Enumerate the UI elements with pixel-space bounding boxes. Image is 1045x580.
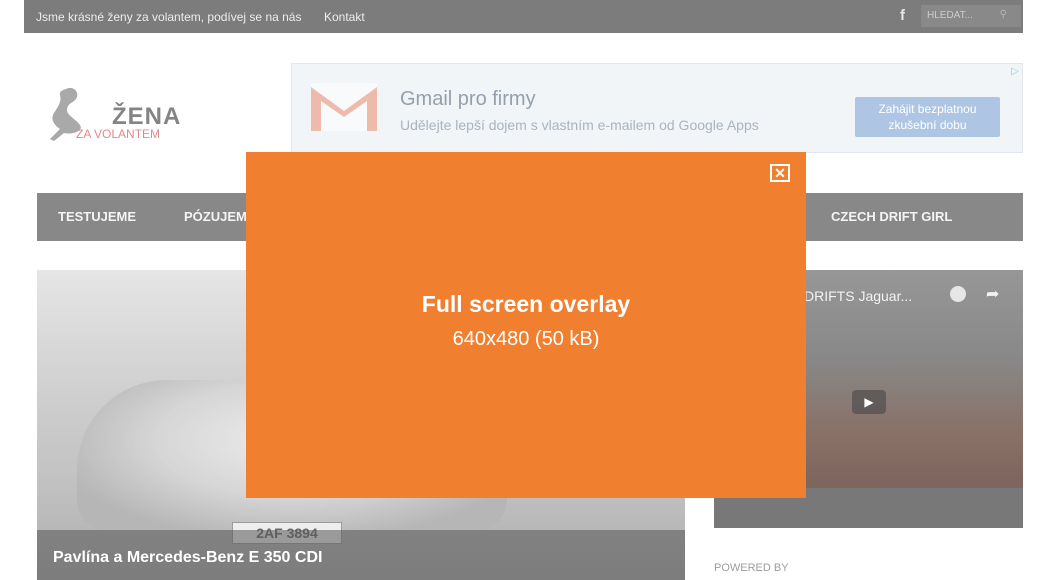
fullscreen-overlay-ad[interactable]: ✕ Full screen overlay 640x480 (50 kB) bbox=[246, 152, 806, 498]
overlay-heading: Full screen overlay bbox=[421, 291, 631, 317]
overlay-subheading: 640x480 (50 kB) bbox=[452, 328, 600, 350]
close-icon[interactable]: ✕ bbox=[770, 164, 790, 182]
